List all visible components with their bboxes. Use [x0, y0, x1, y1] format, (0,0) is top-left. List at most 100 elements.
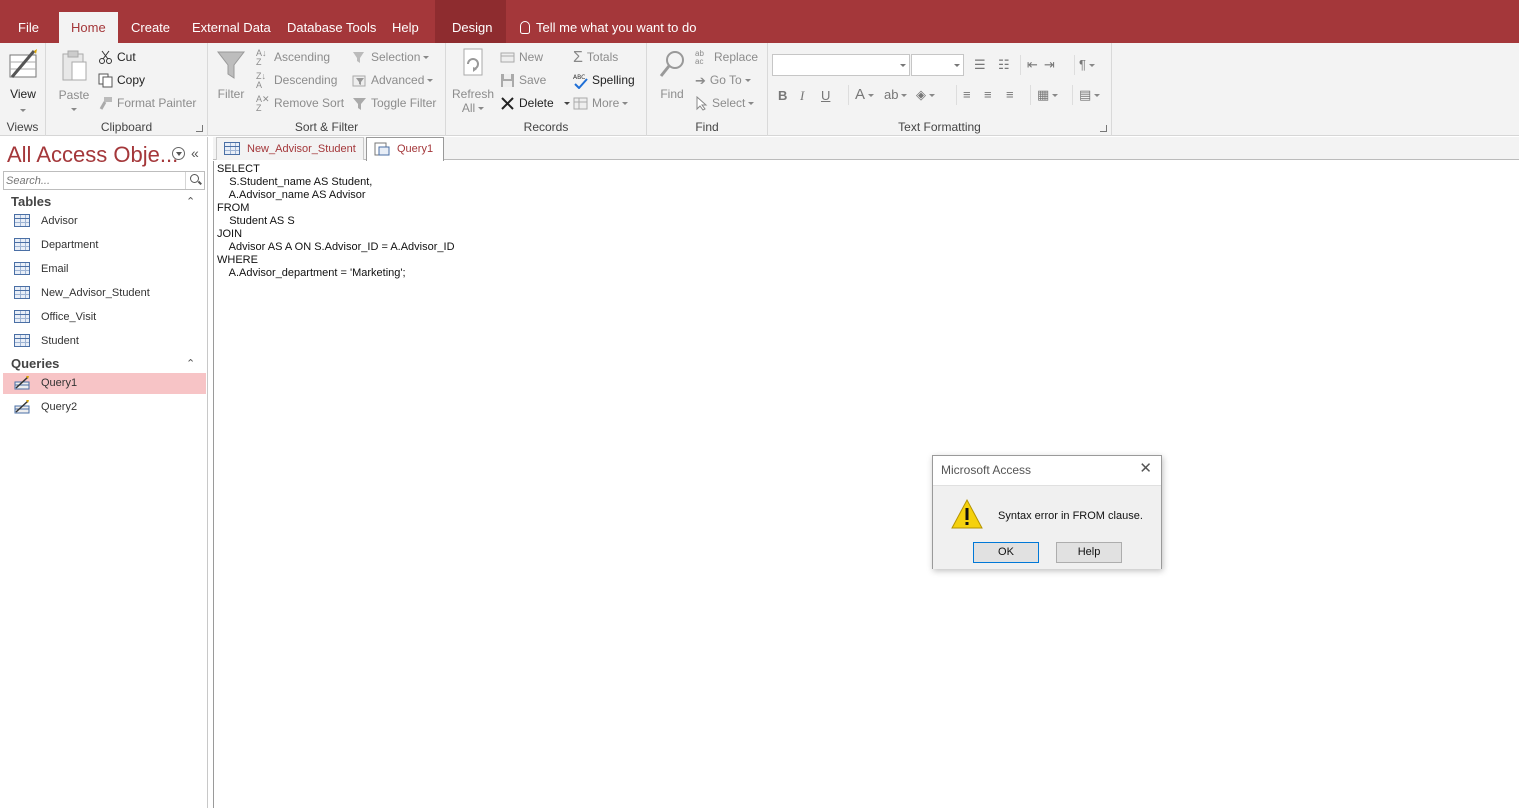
toggle-filter-button[interactable]: Toggle Filter	[352, 93, 436, 113]
nav-item-label: Department	[41, 239, 99, 251]
tell-me-box[interactable]: Tell me what you want to do	[520, 12, 696, 43]
highlight-color-icon[interactable]: ab	[884, 85, 908, 105]
replace-label: Replace	[714, 50, 759, 64]
nav-item-student[interactable]: Student	[3, 331, 206, 352]
sql-editor[interactable]: SELECT S.Student_name AS Student, A.Advi…	[213, 161, 1519, 808]
decrease-indent-icon[interactable]: ⇤	[1020, 55, 1038, 75]
group-clipboard: Paste Cut Copy Format Painter Clipboard	[46, 43, 208, 136]
bold-button[interactable]: B	[778, 86, 787, 106]
sort-ascending-icon: A↓ Z	[256, 47, 267, 67]
help-button[interactable]: Help	[1056, 542, 1122, 563]
doc-tab-query1[interactable]: Query1	[366, 137, 444, 161]
text-formatting-launcher-icon[interactable]	[1100, 125, 1107, 132]
paste-button[interactable]: Paste	[57, 50, 91, 116]
align-left-icon[interactable]: ≡	[956, 85, 971, 105]
font-color-a: A	[855, 86, 866, 103]
background-color-icon[interactable]: ▦	[1030, 85, 1059, 105]
paintbrush-icon	[99, 97, 112, 111]
numbering-icon[interactable]: ☷	[998, 55, 1010, 75]
nav-item-email[interactable]: Email	[3, 259, 206, 280]
more-button[interactable]: More	[573, 93, 629, 113]
tab-external-data[interactable]: External Data	[180, 12, 283, 43]
queries-header[interactable]: Queries	[11, 356, 59, 371]
gridlines-icon[interactable]: ▤	[1072, 85, 1101, 105]
copy-button[interactable]: Copy	[98, 70, 145, 90]
collapse-pane-icon[interactable]: «	[191, 145, 199, 161]
font-name-combo[interactable]	[772, 54, 910, 76]
more-grid-icon	[573, 97, 588, 110]
descending-label: Descending	[274, 73, 338, 87]
refresh-label: Refresh	[452, 87, 495, 101]
tab-home[interactable]: Home	[59, 12, 118, 43]
doc-tab-new-advisor-student[interactable]: New_Advisor_Student	[216, 137, 364, 160]
more-label: More	[592, 96, 620, 110]
collapse-tables-icon[interactable]: ⌃	[186, 195, 195, 208]
format-painter-label: Format Painter	[117, 96, 197, 110]
nav-search-input[interactable]	[4, 172, 184, 189]
italic-button[interactable]: I	[800, 86, 804, 106]
advanced-button[interactable]: Advanced	[352, 70, 434, 90]
new-record-button[interactable]: New	[500, 47, 543, 67]
sql-text[interactable]: SELECT S.Student_name AS Student, A.Advi…	[217, 163, 455, 280]
table-icon	[224, 142, 240, 155]
find-button[interactable]: Find	[655, 49, 689, 101]
delete-record-button[interactable]: Delete	[500, 93, 570, 113]
tab-design[interactable]: Design	[440, 12, 504, 43]
nav-item-advisor[interactable]: Advisor	[3, 211, 206, 232]
group-records: Refresh All New Save Delete Σ Totals ABC…	[446, 43, 647, 136]
nav-item-office-visit[interactable]: Office_Visit	[3, 307, 206, 328]
nav-search-box[interactable]	[3, 171, 205, 190]
underline-button[interactable]: U	[821, 86, 830, 106]
descending-button[interactable]: Z↓ A Descending	[256, 70, 337, 90]
refresh-all-button[interactable]: Refresh All	[452, 47, 494, 115]
view-label: View	[10, 87, 36, 101]
nav-menu-chevron-icon[interactable]	[172, 147, 185, 160]
sort-filter-group-label: Sort & Filter	[294, 120, 359, 134]
close-icon[interactable]: ✕	[1139, 461, 1152, 476]
font-color-button[interactable]: A	[848, 85, 875, 105]
filter-button[interactable]: Filter	[214, 49, 248, 101]
tab-database-tools[interactable]: Database Tools	[275, 12, 388, 43]
spelling-button[interactable]: ABC Spelling	[573, 70, 635, 90]
new-record-icon	[500, 52, 515, 63]
clipboard-launcher-icon[interactable]	[196, 125, 203, 132]
filter-label: Filter	[217, 87, 245, 101]
nav-item-department[interactable]: Department	[3, 235, 206, 256]
format-painter-button[interactable]: Format Painter	[98, 93, 196, 113]
magnifier-icon	[659, 51, 684, 77]
select-label: Select	[712, 96, 746, 110]
tab-help[interactable]: Help	[380, 12, 431, 43]
go-to-button[interactable]: ➔ Go To	[695, 70, 751, 90]
nav-item-label: Advisor	[41, 215, 78, 227]
nav-item-query2[interactable]: Query2	[3, 397, 206, 418]
remove-sort-label: Remove Sort	[274, 96, 345, 110]
search-icon[interactable]	[185, 172, 204, 189]
bullets-icon[interactable]: ☰	[974, 55, 986, 75]
collapse-queries-icon[interactable]: ⌃	[186, 357, 195, 370]
select-button[interactable]: Select	[695, 93, 755, 113]
nav-item-new-advisor-student[interactable]: New_Advisor_Student	[3, 283, 206, 304]
tables-header[interactable]: Tables	[11, 194, 51, 209]
remove-sort-button[interactable]: A✕ Z Remove Sort	[256, 93, 344, 113]
font-size-combo[interactable]	[911, 54, 964, 76]
tab-create[interactable]: Create	[119, 12, 182, 43]
paragraph-direction-icon[interactable]: ¶	[1074, 55, 1095, 75]
align-right-icon[interactable]: ≡	[1006, 85, 1014, 105]
toggle-filter-icon	[353, 98, 366, 111]
ascending-button[interactable]: A↓ Z Ascending	[256, 47, 330, 67]
ok-button[interactable]: OK	[973, 542, 1039, 563]
selection-button[interactable]: Selection	[352, 47, 430, 67]
replace-button[interactable]: ab ac Replace	[695, 47, 758, 67]
nav-pane-title[interactable]: All Access Obje...	[7, 142, 178, 168]
increase-indent-icon[interactable]: ⇥	[1044, 55, 1055, 75]
tab-file[interactable]: File	[6, 12, 51, 43]
align-center-icon[interactable]: ≡	[984, 85, 992, 105]
sigma-icon: Σ	[573, 48, 583, 66]
nav-item-label: Email	[41, 263, 69, 275]
nav-item-query1[interactable]: Query1	[3, 373, 206, 394]
save-record-button[interactable]: Save	[500, 70, 546, 90]
fill-bucket-icon[interactable]: ◈	[916, 85, 935, 105]
totals-button[interactable]: Σ Totals	[573, 47, 618, 67]
cut-button[interactable]: Cut	[98, 47, 136, 67]
view-button[interactable]: View	[5, 47, 41, 117]
